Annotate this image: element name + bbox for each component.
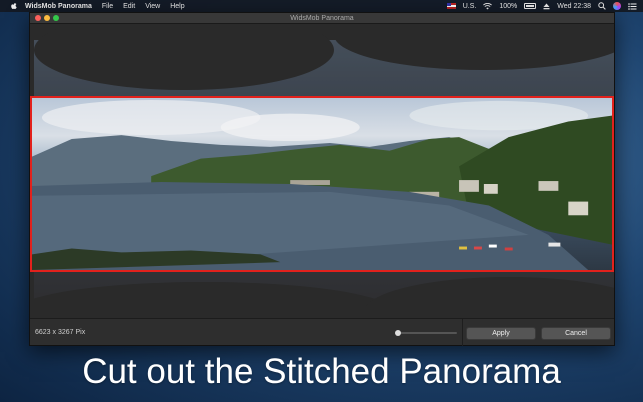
wifi-icon[interactable] bbox=[483, 2, 493, 10]
eject-icon[interactable] bbox=[543, 3, 550, 10]
notification-center-icon[interactable] bbox=[628, 2, 637, 10]
menu-edit[interactable]: Edit bbox=[123, 3, 135, 10]
spotlight-search-icon[interactable] bbox=[598, 2, 606, 10]
app-name-menu[interactable]: WidsMob Panorama bbox=[25, 3, 92, 10]
siri-icon[interactable] bbox=[613, 2, 621, 10]
close-window-button[interactable] bbox=[35, 15, 41, 21]
panorama-image bbox=[32, 99, 612, 270]
battery-icon[interactable] bbox=[524, 3, 537, 9]
menu-help[interactable]: Help bbox=[170, 3, 184, 10]
title-bar[interactable]: WidsMob Panorama bbox=[30, 13, 614, 24]
toolbar-divider bbox=[462, 319, 463, 346]
bottom-toolbar: 6623 x 3267 Pix Apply Cancel bbox=[30, 318, 614, 346]
menu-clock[interactable]: Wed 22:38 bbox=[557, 3, 591, 10]
zoom-slider[interactable] bbox=[395, 330, 457, 336]
app-window: WidsMob Panorama 6623 x 3267 Pix Apply C… bbox=[29, 12, 615, 346]
battery-percent: 100% bbox=[499, 2, 518, 10]
apple-icon[interactable] bbox=[10, 2, 18, 10]
minimize-window-button[interactable] bbox=[44, 15, 50, 21]
us-flag-icon[interactable] bbox=[446, 3, 456, 9]
window-controls bbox=[35, 15, 59, 21]
zoom-slider-knob[interactable] bbox=[395, 330, 402, 336]
menu-view[interactable]: View bbox=[145, 3, 160, 10]
input-source-label[interactable]: U.S. bbox=[463, 3, 477, 10]
window-title: WidsMob Panorama bbox=[290, 14, 354, 22]
panorama-canvas[interactable] bbox=[30, 24, 614, 318]
crop-selection-box[interactable] bbox=[30, 96, 614, 272]
image-dimensions: 6623 x 3267 Pix bbox=[35, 328, 86, 336]
zoom-window-button[interactable] bbox=[53, 15, 59, 21]
apply-button[interactable]: Apply bbox=[466, 327, 536, 340]
menu-bar: WidsMob Panorama File Edit View Help U.S… bbox=[0, 0, 643, 12]
promo-caption: Cut out the Stitched Panorama bbox=[82, 352, 561, 391]
cancel-button[interactable]: Cancel bbox=[541, 327, 611, 340]
menu-file[interactable]: File bbox=[102, 3, 113, 10]
status-menus: U.S. 100% Wed 22:38 bbox=[446, 2, 643, 10]
